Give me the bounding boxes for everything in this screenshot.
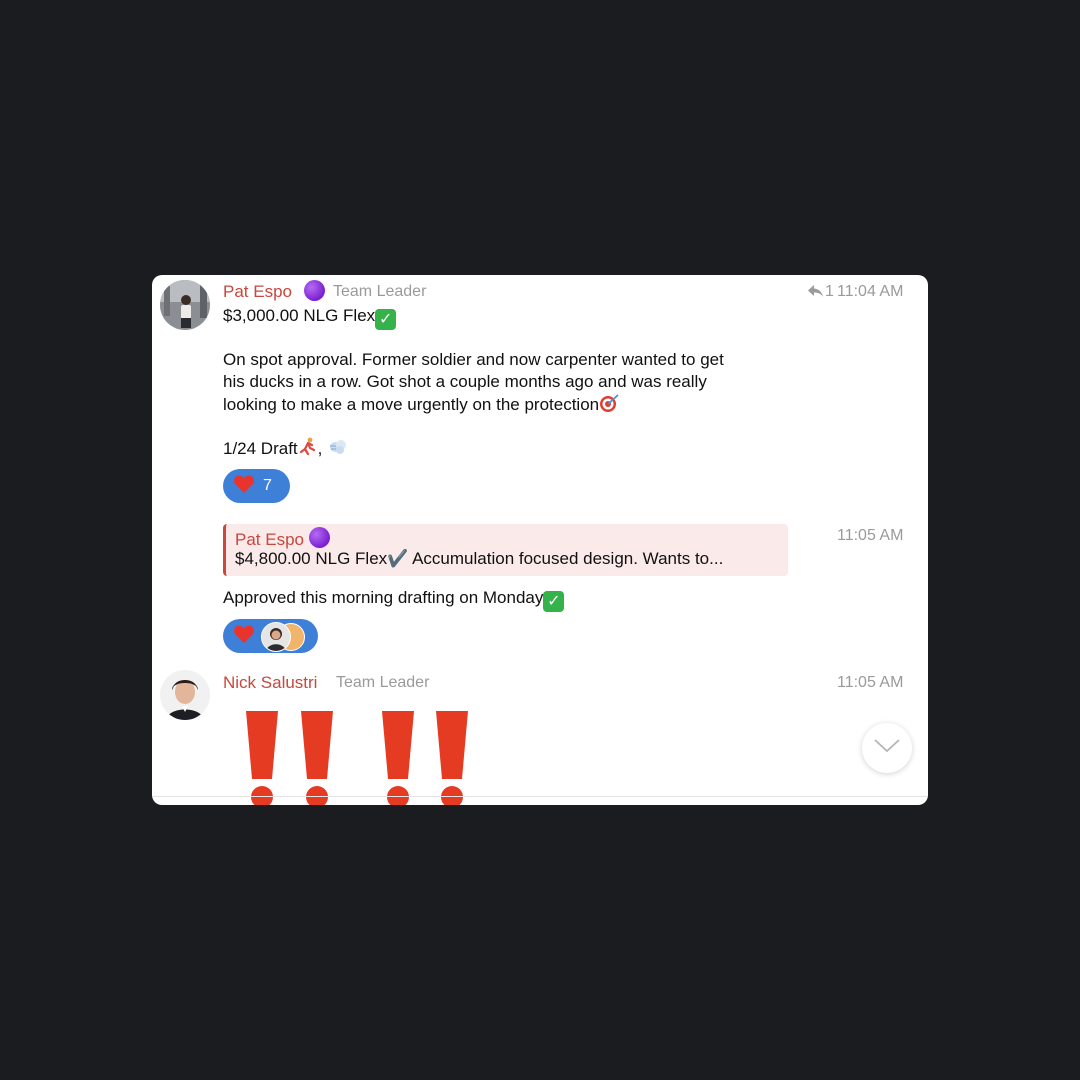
exclamation-icon <box>382 711 414 779</box>
check-mark-icon: ✓ <box>543 591 565 612</box>
purple-circle-icon <box>308 527 330 548</box>
target-dart-icon <box>599 393 621 419</box>
reply-quote[interactable]: Pat Espo $4,800.00 NLG Flex✔️ Accumulati… <box>223 524 788 576</box>
exclamation-icon <box>246 711 278 779</box>
message-time: 11:05 AM <box>837 674 904 691</box>
sender-role: Team Leader <box>333 283 427 300</box>
reactor-avatar <box>261 622 291 652</box>
reaction-count: 7 <box>263 477 272 494</box>
message-text: Approved this morning drafting on Monday <box>223 588 544 607</box>
chat-panel: Pat Espo Team Leader 1 11:04 AM $3,000.0… <box>152 275 928 805</box>
message-title-line: $3,000.00 NLG Flex ✓ <box>223 305 397 330</box>
message-title: $3,000.00 NLG Flex <box>223 306 376 325</box>
message-time: 11:04 AM <box>837 283 904 300</box>
sender-name[interactable]: Pat Espo <box>223 282 292 302</box>
exclamation-icon <box>301 711 333 779</box>
reactor-avatars <box>261 622 305 652</box>
message-body-line: his ducks in a row. Got shot a couple mo… <box>223 372 707 391</box>
heart-reaction-button[interactable]: 7 <box>223 469 290 503</box>
reply-arrow-icon[interactable] <box>807 284 824 304</box>
draft-line: 1/24 Draft, <box>223 437 349 463</box>
purple-circle-icon <box>304 280 325 301</box>
runner-icon <box>298 437 318 463</box>
sender-name[interactable]: Nick Salustri <box>223 673 317 693</box>
quote-sender: Pat Espo <box>235 527 330 550</box>
scroll-down-button[interactable] <box>862 723 912 773</box>
heart-reaction-button[interactable] <box>223 619 318 653</box>
heart-icon <box>233 624 255 649</box>
message-body-line-3: looking to make a move urgently on the p… <box>223 393 621 419</box>
check-mark-icon: ✓ <box>375 309 397 330</box>
avatar-nick-salustri[interactable] <box>160 670 210 720</box>
avatar-pat-espo[interactable] <box>160 280 210 330</box>
message-body-text: looking to make a move urgently on the p… <box>223 395 600 414</box>
dash-cloud-icon <box>327 437 349 463</box>
heart-icon <box>233 474 255 499</box>
reply-count[interactable]: 1 <box>825 283 834 301</box>
message-body-line: On spot approval. Former soldier and now… <box>223 350 724 369</box>
message-time: 11:05 AM <box>837 527 904 544</box>
divider <box>152 796 928 797</box>
chevron-down-icon <box>874 738 900 758</box>
message-text-line: Approved this morning drafting on Monday… <box>223 587 565 612</box>
sender-role: Team Leader <box>336 674 430 691</box>
double-exclamation-sticker <box>246 711 468 805</box>
quote-text: $4,800.00 NLG Flex✔️ Accumulation focuse… <box>235 549 724 568</box>
exclamation-icon <box>436 711 468 779</box>
draft-text: 1/24 Draft <box>223 439 298 458</box>
